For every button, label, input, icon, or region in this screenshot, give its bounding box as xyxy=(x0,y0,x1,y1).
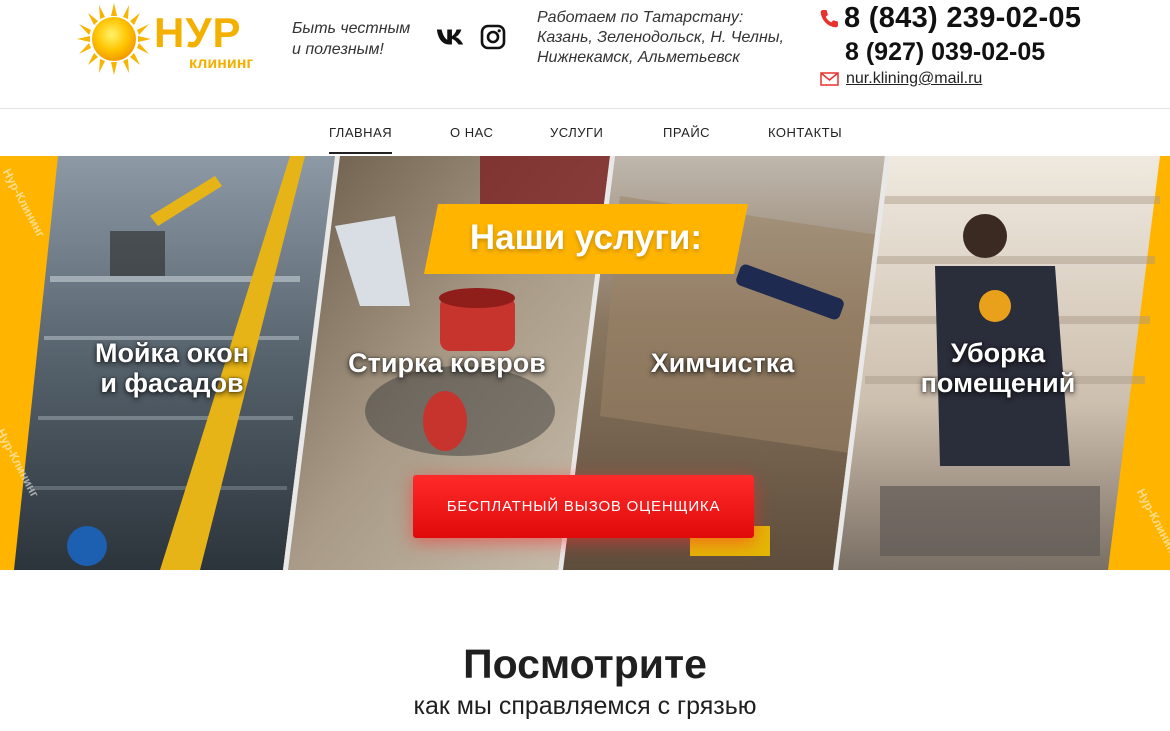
nav-item-services[interactable]: УСЛУГИ xyxy=(550,125,603,140)
vk-icon[interactable] xyxy=(436,24,466,50)
nav-item-about[interactable]: О НАС xyxy=(450,125,493,140)
service-region: Работаем по Татарстану: Казань, Зеленодо… xyxy=(537,8,817,68)
section-title: Посмотрите xyxy=(463,641,707,687)
banner-title: Наши услуги: xyxy=(469,218,703,257)
social-links xyxy=(436,24,508,50)
region-line: Казань, Зеленодольск, Н. Челны, xyxy=(537,29,784,46)
main-nav: ГЛАВНАЯ О НАС УСЛУГИ ПРАЙС КОНТАКТЫ xyxy=(0,109,1170,156)
email-link[interactable]: nur.klining@mail.ru xyxy=(846,70,982,88)
panel-label-line: Стирка ковров xyxy=(348,348,546,378)
slogan: Быть честным и полезным! xyxy=(292,18,432,60)
nav-item-contacts[interactable]: КОНТАКТЫ xyxy=(768,125,842,140)
primary-phone-row: 8 (843) 239-02-05 xyxy=(818,2,1081,35)
panel-label-line: Уборка xyxy=(950,338,1046,368)
region-line: Работаем по Татарстану: xyxy=(537,9,744,26)
services-banner: Наши услуги: xyxy=(424,204,748,274)
panel-label-carpets: Стирка ковров xyxy=(338,348,556,378)
slogan-line: Быть честным xyxy=(292,20,411,37)
mail-icon xyxy=(820,72,839,86)
panel-label-dry-cleaning: Химчистка xyxy=(640,348,805,378)
instagram-icon[interactable] xyxy=(478,24,508,50)
panel-label-windows: Мойка окон и фасадов xyxy=(86,338,258,398)
nav-item-prices[interactable]: ПРАЙС xyxy=(663,125,710,140)
secondary-phone-link[interactable]: 8 (927) 039-02-05 xyxy=(845,38,1045,67)
panel-label-line: Мойка окон xyxy=(94,338,250,368)
phone-icon xyxy=(820,9,838,27)
panel-label-line: Химчистка xyxy=(650,348,795,378)
sun-logo-icon xyxy=(77,3,151,75)
email-row: nur.klining@mail.ru xyxy=(820,70,982,88)
primary-phone-link[interactable]: 8 (843) 239-02-05 xyxy=(844,2,1081,35)
nav-item-home[interactable]: ГЛАВНАЯ xyxy=(329,125,393,154)
hero-banner: Нур-Клининг Нур-Клининг Нур-Клининг Наши… xyxy=(0,156,1170,570)
section-subtitle: как мы справляемся с грязью xyxy=(413,692,757,720)
slogan-line: и полезным! xyxy=(292,41,384,58)
panel-label-line: и фасадов xyxy=(100,368,244,398)
panel-label-line: помещений xyxy=(920,368,1076,398)
logo[interactable]: НУР клининг xyxy=(76,2,276,76)
free-estimator-button[interactable]: БЕСПЛАТНЫЙ ВЫЗОВ ОЦЕНЩИКА xyxy=(413,475,754,538)
site-header: НУР клининг Быть честным и полезным! Раб… xyxy=(0,0,1170,108)
logo-subtitle: клининг xyxy=(189,55,254,72)
logo-title: НУР xyxy=(154,9,242,56)
region-line: Нижнекамск, Альметьевск xyxy=(537,49,740,66)
panel-label-rooms: Уборка помещений xyxy=(910,338,1086,398)
